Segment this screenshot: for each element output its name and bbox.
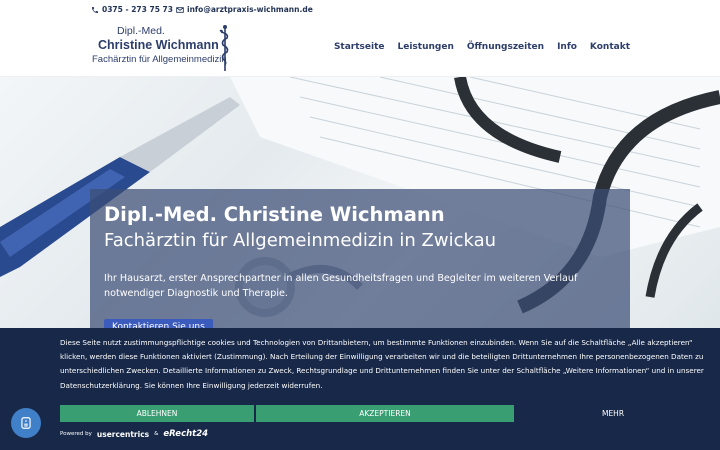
aesculapius-staff-icon: [219, 25, 229, 71]
email-link[interactable]: info@arztpraxis-wichmann.de: [176, 5, 313, 14]
logo-title-line: Dipl.-Med.: [117, 25, 165, 37]
erecht24-logo[interactable]: eRecht24: [163, 429, 208, 439]
ampersand: &: [154, 431, 159, 437]
fingerprint-icon: [21, 417, 31, 429]
site-header: Dipl.-Med. Christine Wichmann Fachärztin…: [0, 20, 720, 77]
hero-description: Ihr Hausarzt, erster Ansprechpartner in …: [104, 273, 578, 299]
privacy-settings-button[interactable]: [11, 408, 41, 438]
hero-overlay: Dipl.-Med. Christine Wichmann Fachärztin…: [90, 189, 630, 337]
phone-icon: [92, 6, 98, 13]
cookie-consent-banner: Diese Seite nutzt zustimmungspflichtige …: [0, 328, 720, 450]
nav-kontakt[interactable]: Kontakt: [590, 42, 630, 52]
nav-oeffnungszeiten[interactable]: Öffnungszeiten: [467, 42, 544, 52]
nav-info[interactable]: Info: [557, 42, 577, 52]
phone-number: 0375 - 273 75 73: [102, 5, 173, 14]
logo-specialty-line: Fachärztin für Allgemeinmedizin: [92, 54, 227, 65]
accept-button[interactable]: AKZEPTIEREN: [256, 405, 514, 422]
main-navigation: Startseite Leistungen Öffnungszeiten Inf…: [334, 42, 630, 52]
consent-text: Diese Seite nutzt zustimmungspflichtige …: [60, 338, 704, 390]
nav-startseite[interactable]: Startseite: [334, 42, 385, 52]
hero-section: Dipl.-Med. Christine Wichmann Fachärztin…: [0, 77, 720, 337]
phone-link[interactable]: 0375 - 273 75 73: [91, 5, 173, 14]
nav-leistungen[interactable]: Leistungen: [398, 42, 454, 52]
reject-button[interactable]: ABLEHNEN: [60, 405, 254, 422]
logo-name-line: Christine Wichmann: [98, 38, 219, 52]
contact-bar: 0375 - 273 75 73 info@arztpraxis-wichman…: [0, 0, 720, 20]
powered-by: Powered by usercentrics & eRecht24: [60, 429, 208, 439]
site-logo[interactable]: Dipl.-Med. Christine Wichmann Fachärztin…: [92, 24, 242, 74]
more-info-button[interactable]: MEHR: [516, 405, 710, 422]
powered-by-label: Powered by: [60, 431, 92, 437]
email-address: info@arztpraxis-wichmann.de: [187, 5, 313, 14]
hero-title: Dipl.-Med. Christine Wichmann: [104, 203, 445, 226]
hero-subtitle: Fachärztin für Allgemeinmedizin in Zwick…: [104, 230, 497, 251]
mail-icon: [176, 6, 184, 13]
usercentrics-logo[interactable]: usercentrics: [97, 430, 149, 439]
